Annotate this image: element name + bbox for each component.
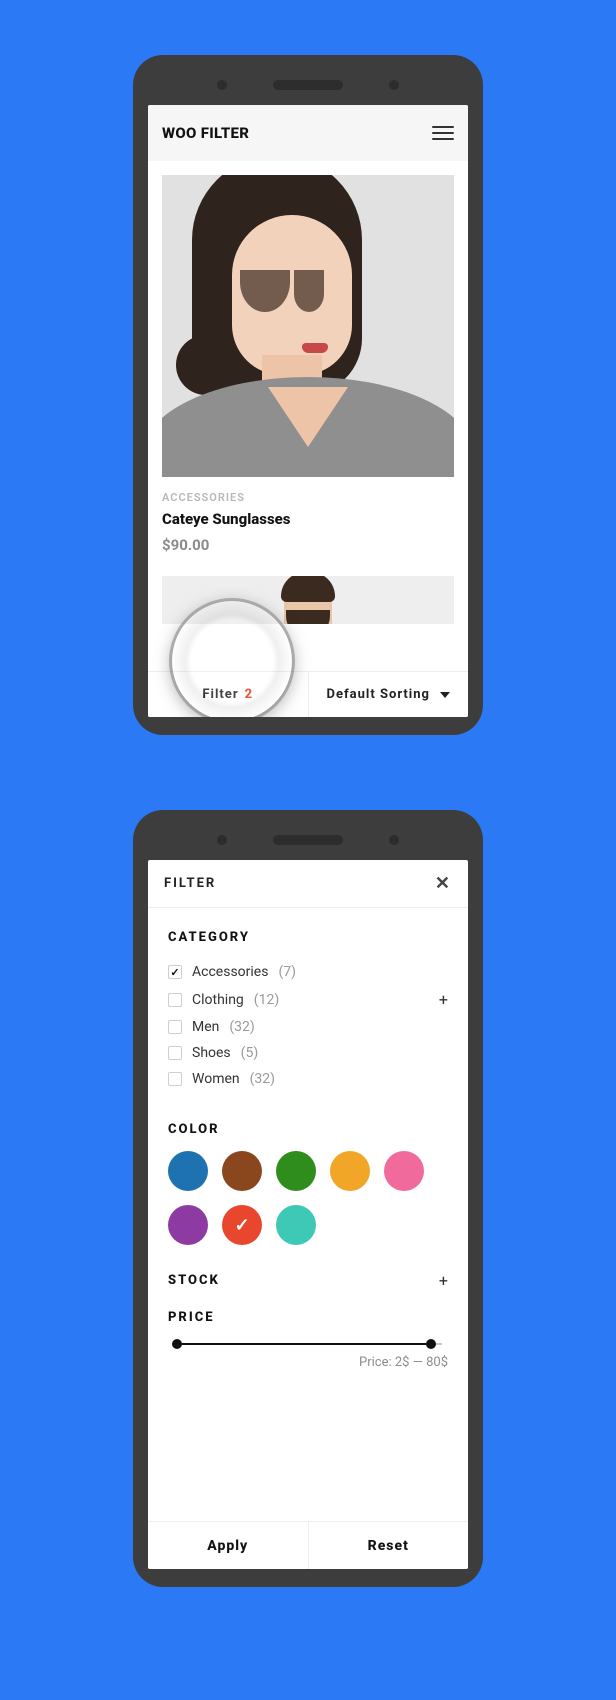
color-swatch-orange[interactable] (330, 1151, 370, 1191)
filter-footer: Apply Reset (148, 1521, 468, 1569)
color-swatch-brown[interactable] (222, 1151, 262, 1191)
category-row[interactable]: Accessories (7) (168, 959, 448, 985)
category-count: (32) (250, 1071, 275, 1087)
price-readout: Price: 2$ — 80$ (168, 1355, 448, 1370)
shop-bottom-bar: Filter 2 Default Sorting (148, 671, 468, 717)
color-swatch-green[interactable] (276, 1151, 316, 1191)
checkbox[interactable] (168, 993, 182, 1007)
filter-button[interactable]: Filter 2 (148, 672, 308, 717)
product-card[interactable]: ACCESSORIES Cateye Sunglasses $90.00 (162, 175, 454, 554)
category-count: (7) (278, 964, 296, 980)
category-label: Shoes (192, 1045, 231, 1061)
checkbox[interactable] (168, 1020, 182, 1034)
category-label: Men (192, 1019, 219, 1035)
chevron-down-icon (440, 692, 450, 698)
plus-icon: + (439, 990, 448, 1009)
reset-label: Reset (368, 1538, 409, 1554)
shop-screen: WOO FILTER ACCESSORIES Cat (148, 105, 468, 717)
menu-icon[interactable] (432, 126, 454, 140)
category-row[interactable]: Clothing (12) + (168, 985, 448, 1014)
apply-button[interactable]: Apply (148, 1522, 308, 1569)
filter-label: Filter (202, 687, 238, 702)
price-slider[interactable] (174, 1343, 442, 1345)
filter-header: FILTER ✕ (148, 860, 468, 908)
slider-handle-min[interactable] (172, 1339, 182, 1349)
stock-section[interactable]: STOCK + (168, 1271, 448, 1290)
product-image (162, 175, 454, 477)
filter-screen: FILTER ✕ CATEGORY Accessories (7) Clothing… (148, 860, 468, 1569)
filter-count-badge: 2 (245, 687, 254, 702)
category-count: (12) (254, 992, 279, 1008)
shop-content: ACCESSORIES Cateye Sunglasses $90.00 (148, 161, 468, 638)
slider-handle-max[interactable] (426, 1339, 436, 1349)
phone-sensors (133, 75, 483, 95)
category-count: (32) (229, 1019, 254, 1035)
product-price: $90.00 (162, 536, 454, 554)
reset-button[interactable]: Reset (308, 1522, 469, 1569)
filter-title: FILTER (164, 876, 216, 891)
filter-body: CATEGORY Accessories (7) Clothing (12) + Men (… (148, 908, 468, 1370)
category-section-title: CATEGORY (168, 930, 448, 945)
stock-section-title: STOCK (168, 1273, 220, 1288)
price-section: PRICE Price: 2$ — 80$ (168, 1310, 448, 1370)
category-row[interactable]: Women (32) (168, 1066, 448, 1092)
apply-label: Apply (207, 1538, 248, 1554)
category-row[interactable]: Men (32) (168, 1014, 448, 1040)
category-row[interactable]: Shoes (5) (168, 1040, 448, 1066)
price-section-title: PRICE (168, 1310, 448, 1325)
product-category: ACCESSORIES (162, 491, 454, 504)
checkbox[interactable] (168, 965, 182, 979)
phone-frame-top: WOO FILTER ACCESSORIES Cat (133, 55, 483, 735)
plus-icon: + (439, 1271, 448, 1290)
color-section-title: COLOR (168, 1122, 448, 1137)
app-logo: WOO FILTER (162, 124, 249, 142)
color-swatch-red[interactable] (222, 1205, 262, 1245)
phone-frame-bottom: FILTER ✕ CATEGORY Accessories (7) Clothing… (133, 810, 483, 1587)
sort-label: Default Sorting (327, 687, 430, 702)
close-icon[interactable]: ✕ (435, 873, 452, 894)
category-list: Accessories (7) Clothing (12) + Men (32) Shoes (… (168, 959, 448, 1092)
color-swatches (168, 1151, 448, 1245)
color-swatch-blue[interactable] (168, 1151, 208, 1191)
product-title: Cateye Sunglasses (162, 510, 454, 528)
color-swatch-pink[interactable] (384, 1151, 424, 1191)
category-label: Clothing (192, 992, 244, 1008)
checkbox[interactable] (168, 1072, 182, 1086)
portrait-illustration (162, 175, 454, 477)
category-label: Women (192, 1071, 240, 1087)
checkbox[interactable] (168, 1046, 182, 1060)
sort-dropdown[interactable]: Default Sorting (308, 672, 469, 717)
color-swatch-purple[interactable] (168, 1205, 208, 1245)
category-label: Accessories (192, 964, 268, 980)
top-bar: WOO FILTER (148, 105, 468, 161)
color-swatch-teal[interactable] (276, 1205, 316, 1245)
category-count: (5) (241, 1045, 259, 1061)
product-card-peek[interactable] (162, 576, 454, 624)
phone-sensors (133, 830, 483, 850)
